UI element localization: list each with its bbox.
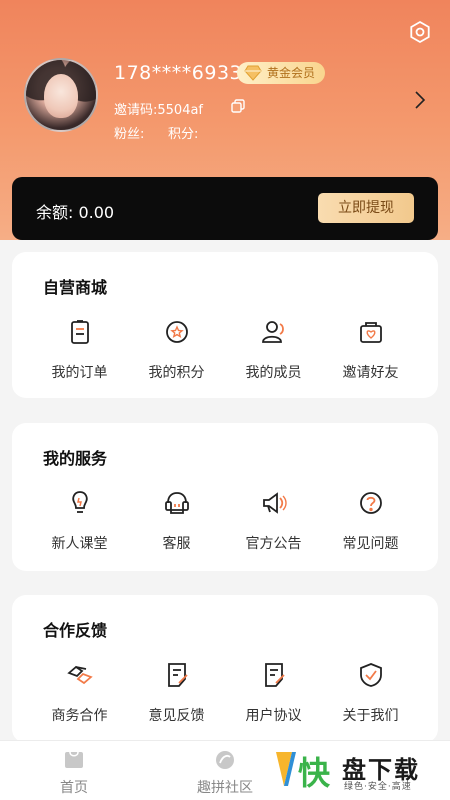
diamond-icon — [244, 65, 262, 81]
tab-community[interactable]: 趣拼社区 — [175, 749, 275, 797]
megaphone-icon — [262, 492, 287, 514]
menu-item-feedback[interactable]: 意见反馈 — [128, 661, 225, 725]
watermark: 快 盘下载 绿色·安全·高速 — [272, 744, 442, 796]
avatar[interactable] — [24, 58, 98, 132]
tab-label: 趣拼社区 — [197, 780, 253, 796]
menu-item-customer-service[interactable]: 客服 — [128, 489, 225, 553]
section-title: 我的服务 — [43, 449, 108, 468]
menu-item-my-members[interactable]: 我的成员 — [225, 318, 322, 382]
community-icon — [216, 751, 234, 769]
section-cooperation-feedback: 合作反馈 商务合作 意见反馈 用户协议 关于我们 — [12, 595, 438, 743]
vip-badge: 黄金会员 — [237, 62, 326, 84]
section-my-services: 我的服务 新人课堂 客服 官方公告 常见问题 — [12, 423, 438, 571]
menu-item-label: 客服 — [162, 536, 191, 552]
menu-item-my-orders[interactable]: 我的订单 — [31, 318, 128, 382]
tab-label: 首页 — [60, 780, 88, 796]
invite-friends-icon — [359, 322, 382, 343]
agreement-icon — [264, 663, 285, 687]
phone-number: 178****6933 — [114, 62, 243, 84]
tab-home[interactable]: 首页 — [24, 749, 124, 797]
watermark-logo: 快 — [276, 752, 331, 792]
watermark-logo-text: 快 — [298, 754, 331, 792]
copy-icon[interactable] — [231, 99, 245, 113]
avatar-face — [44, 74, 78, 118]
home-icon — [65, 751, 83, 768]
fans-count: 粉丝: — [114, 127, 145, 142]
members-icon — [261, 321, 284, 343]
watermark-sub: 绿色·安全·高速 — [344, 782, 412, 792]
menu-item-faq[interactable]: 常见问题 — [322, 489, 419, 553]
invite-code: 邀请码:5504af — [114, 103, 204, 118]
settings-icon[interactable] — [408, 20, 432, 44]
shield-check-icon — [359, 663, 382, 687]
menu-item-label: 我的订单 — [51, 365, 108, 381]
menu-item-label: 新人课堂 — [51, 536, 108, 552]
balance-card: 余额: 0.00 立即提现 — [12, 177, 438, 240]
question-icon — [359, 492, 382, 514]
customer-service-icon — [164, 492, 189, 514]
feedback-icon — [167, 663, 188, 687]
menu-item-label: 我的成员 — [245, 365, 302, 381]
menu-item-label: 商务合作 — [51, 708, 108, 724]
menu-item-label: 用户协议 — [245, 708, 302, 724]
lightbulb-icon — [71, 491, 88, 513]
menu-item-label: 我的积分 — [148, 365, 205, 381]
menu-item-newbie-class[interactable]: 新人课堂 — [31, 489, 128, 553]
points-count: 积分: — [168, 127, 199, 142]
section-title: 合作反馈 — [43, 621, 108, 640]
menu-item-announcements[interactable]: 官方公告 — [225, 489, 322, 553]
menu-item-invite-friends[interactable]: 邀请好友 — [322, 318, 419, 382]
menu-item-label: 意见反馈 — [148, 708, 205, 724]
handshake-icon — [66, 665, 93, 685]
balance-amount: 余额: 0.00 — [36, 203, 115, 222]
menu-item-label: 常见问题 — [342, 536, 399, 552]
menu-item-my-points[interactable]: 我的积分 — [128, 318, 225, 382]
points-icon — [165, 321, 188, 343]
menu-item-label: 邀请好友 — [342, 365, 399, 381]
menu-item-about-us[interactable]: 关于我们 — [322, 661, 419, 725]
menu-item-label: 官方公告 — [245, 536, 302, 552]
chevron-right-icon[interactable] — [413, 90, 427, 110]
menu-item-business-cooperation[interactable]: 商务合作 — [31, 661, 128, 725]
section-self-mall: 自营商城 我的订单 我的积分 我的成员 邀请好友 — [12, 252, 438, 398]
order-icon — [70, 320, 89, 344]
section-title: 自营商城 — [43, 278, 108, 297]
menu-item-label: 关于我们 — [342, 708, 399, 724]
withdraw-button[interactable]: 立即提现 — [318, 193, 414, 223]
menu-item-user-agreement[interactable]: 用户协议 — [225, 661, 322, 725]
vip-label: 黄金会员 — [267, 66, 316, 80]
